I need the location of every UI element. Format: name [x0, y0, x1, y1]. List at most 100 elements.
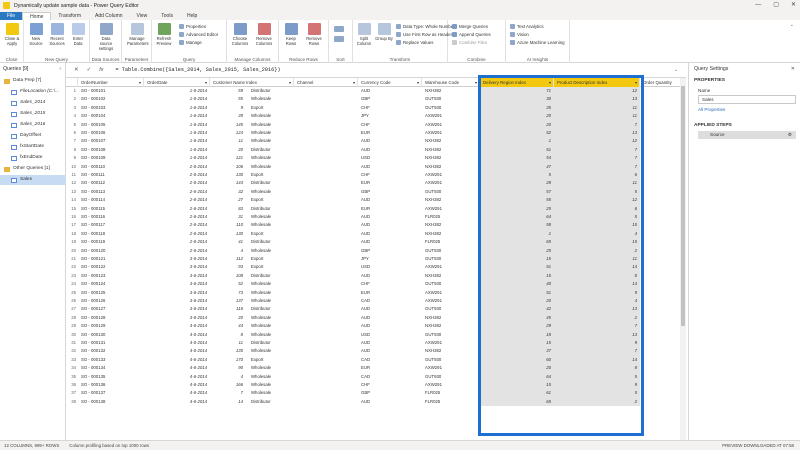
- choose-columns-button[interactable]: Choose Columns: [230, 23, 250, 46]
- table-cell[interactable]: 13: [554, 305, 640, 314]
- table-cell[interactable]: Wholesale: [251, 297, 295, 305]
- table-cell[interactable]: 121: [210, 154, 246, 162]
- table-cell[interactable]: GUT930: [425, 331, 483, 339]
- table-row[interactable]: 1 SO - 000101 1-6-2014 59 Distributor AUD NXH3…: [66, 87, 680, 96]
- table-cell[interactable]: 137: [210, 297, 246, 305]
- table-cell[interactable]: AXW291: [425, 339, 483, 347]
- table-row[interactable]: 27 SO - 000127 3-6-2014 116 Distributor AUD GU…: [66, 305, 680, 314]
- query-item[interactable]: fxEndDate: [0, 153, 66, 163]
- table-cell[interactable]: 61: [480, 389, 554, 398]
- table-cell[interactable]: 4-6-2014: [144, 339, 210, 347]
- table-cell[interactable]: CAD: [361, 373, 421, 381]
- table-cell[interactable]: 37: [480, 347, 554, 356]
- table-cell[interactable]: 11: [554, 103, 640, 113]
- table-cell[interactable]: SO - 000124: [81, 280, 147, 288]
- tab-transform[interactable]: Transform: [51, 12, 88, 20]
- table-cell[interactable]: 8: [554, 271, 640, 281]
- table-cell[interactable]: 20: [480, 120, 554, 129]
- table-cell[interactable]: 5: [480, 171, 554, 180]
- table-row[interactable]: 14 SO - 000114 2-6-2014 27 Export AUD NXH382 55…: [66, 196, 680, 205]
- azure-ml-button[interactable]: Azure Machine Learning: [510, 39, 565, 46]
- table-cell[interactable]: 3-6-2014: [144, 297, 210, 305]
- collapse-queries-icon[interactable]: ‹: [59, 66, 61, 72]
- table-cell[interactable]: 1-6-2014: [144, 121, 210, 129]
- table-cell[interactable]: 3-6-2014: [144, 272, 210, 280]
- query-item[interactable]: fxStartDate: [0, 142, 66, 152]
- table-cell[interactable]: AXW291: [425, 289, 483, 297]
- table-cell[interactable]: 31: [210, 213, 246, 221]
- properties-button[interactable]: Properties: [179, 23, 206, 30]
- table-cell[interactable]: 4-6-2014: [144, 398, 210, 406]
- table-cell[interactable]: 112: [210, 255, 246, 263]
- table-cell[interactable]: NXH382: [425, 272, 483, 280]
- table-cell[interactable]: SO - 000130: [81, 331, 147, 339]
- table-cell[interactable]: NXH382: [425, 322, 483, 330]
- close-settings-icon[interactable]: ✕: [791, 66, 795, 72]
- table-cell[interactable]: 6: [554, 171, 640, 180]
- table-cell[interactable]: CHF: [361, 171, 421, 179]
- table-cell[interactable]: NXH382: [425, 230, 483, 238]
- manage-query-button[interactable]: Manage: [179, 39, 202, 46]
- replace-values-button[interactable]: Replace Values: [396, 39, 433, 46]
- table-cell[interactable]: Wholesale: [251, 129, 295, 137]
- append-queries-button[interactable]: Append Queries: [452, 31, 491, 38]
- data-type-dropdown[interactable]: Data Type: Whole Number: [396, 23, 455, 30]
- table-row[interactable]: 9 SO - 000109 1-6-2014 121 Wholesale USD NXH38…: [66, 154, 680, 163]
- table-row[interactable]: 15 SO - 000115 2-6-2014 83 Distributor EUR AXW…: [66, 204, 680, 213]
- column-header[interactable]: OrderDate ▾: [144, 78, 210, 87]
- table-cell[interactable]: Wholesale: [251, 364, 295, 372]
- column-header[interactable]: Order Quantity▾: [640, 78, 680, 87]
- table-cell[interactable]: 55: [480, 196, 554, 205]
- text-analytics-button[interactable]: Text Analytics: [510, 23, 544, 30]
- table-row[interactable]: 8 SO - 000108 1-6-2014 20 Distributor AUD NXH3…: [66, 145, 680, 155]
- table-cell[interactable]: 15: [554, 238, 640, 247]
- formula-text[interactable]: = Table.Combine({Sales_2014, Sales_2015,…: [116, 67, 281, 73]
- table-cell[interactable]: 29: [480, 322, 554, 331]
- table-cell[interactable]: 40: [480, 280, 554, 289]
- table-cell[interactable]: 51: [480, 288, 554, 297]
- table-cell[interactable]: 90: [210, 364, 246, 372]
- all-properties-link[interactable]: All Properties: [698, 107, 725, 112]
- table-cell[interactable]: SO - 000109: [81, 154, 147, 162]
- confirm-formula-icon[interactable]: ✓: [87, 67, 92, 73]
- table-cell[interactable]: 4: [554, 297, 640, 306]
- query-item[interactable]: FileLocation (C:\...: [0, 87, 66, 97]
- query-folder[interactable]: Data Prep [7]: [0, 76, 66, 86]
- use-first-row-headers-button[interactable]: Use First Row as Headers: [396, 31, 454, 38]
- table-cell[interactable]: 2-6-2014: [144, 171, 210, 179]
- table-cell[interactable]: SO - 000114: [81, 196, 147, 204]
- table-cell[interactable]: 65: [480, 238, 554, 247]
- table-cell[interactable]: 2-6-2014: [144, 179, 210, 187]
- table-cell[interactable]: Distributor: [251, 205, 295, 213]
- column-filter-icon[interactable]: ▾: [549, 78, 551, 87]
- expand-formula-icon[interactable]: ⌄: [674, 67, 678, 73]
- table-cell[interactable]: 28: [480, 179, 554, 188]
- table-row[interactable]: 21 SO - 000121 3-6-2014 112 Export JPY GUT930 1…: [66, 255, 680, 264]
- tab-add-column[interactable]: Add Column: [88, 12, 130, 20]
- table-cell[interactable]: JPY: [361, 112, 421, 120]
- table-cell[interactable]: SO - 000132: [81, 347, 147, 355]
- table-cell[interactable]: 2-6-2014: [144, 221, 210, 229]
- column-filter-icon[interactable]: ▾: [289, 78, 291, 87]
- table-cell[interactable]: 2-6-2014: [144, 230, 210, 238]
- table-cell[interactable]: Wholesale: [251, 289, 295, 297]
- table-cell[interactable]: 2: [554, 313, 640, 323]
- table-cell[interactable]: 20: [480, 364, 554, 373]
- grid-corner[interactable]: [66, 78, 78, 87]
- table-cell[interactable]: SO - 000104: [81, 112, 147, 120]
- table-cell[interactable]: 51: [480, 145, 554, 155]
- table-cell[interactable]: 1-6-2014: [144, 95, 210, 103]
- table-cell[interactable]: 2-6-2014: [144, 188, 210, 196]
- table-cell[interactable]: SO - 000106: [81, 129, 147, 137]
- table-row[interactable]: 6 SO - 000106 1-6-2014 124 Wholesale EUR AXW29…: [66, 129, 680, 138]
- column-header[interactable]: Product Description Index ▾: [554, 78, 640, 87]
- table-row[interactable]: 16 SO - 000116 2-6-2014 31 Wholesale AUD FLR02…: [66, 213, 680, 222]
- table-cell[interactable]: 8: [210, 331, 246, 339]
- table-cell[interactable]: 1-6-2014: [144, 146, 210, 154]
- table-cell[interactable]: 2-6-2014: [144, 196, 210, 204]
- table-cell[interactable]: EUR: [361, 205, 421, 213]
- table-cell[interactable]: 41: [210, 238, 246, 246]
- table-row[interactable]: 12 SO - 000112 2-6-2014 144 Distributor EUR AX…: [66, 179, 680, 188]
- table-cell[interactable]: GUT930: [425, 305, 483, 313]
- table-cell[interactable]: 3-6-2014: [144, 255, 210, 263]
